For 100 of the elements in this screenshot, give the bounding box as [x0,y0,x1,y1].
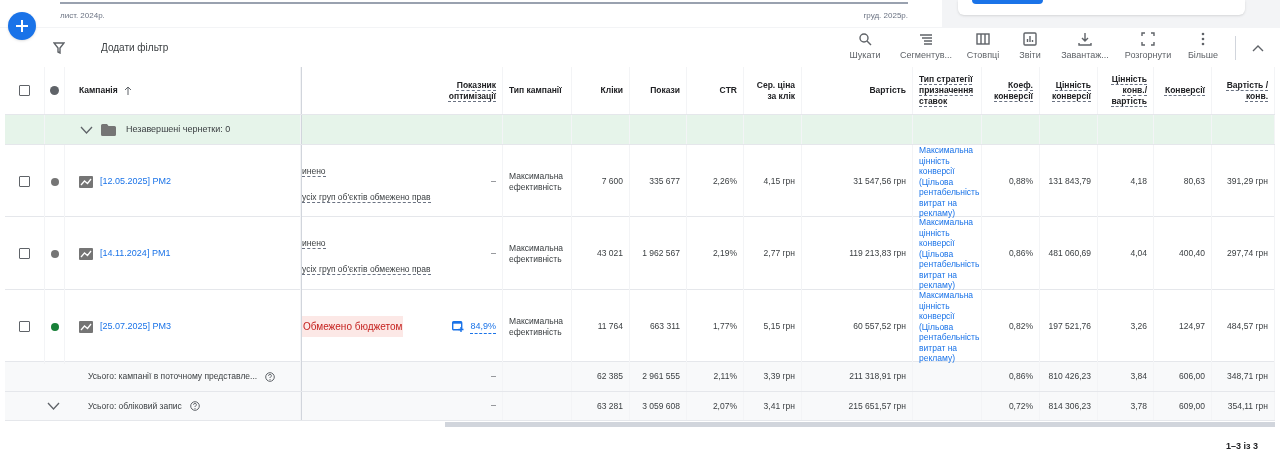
chevron-icon [1252,43,1264,52]
campaign-link[interactable]: [25.07.2025] PM3 [100,320,172,334]
table-cell: 3 059 608 [642,399,680,413]
table-cell: 3,41 грн [763,399,795,413]
table-cell: 4,15 грн [763,176,795,188]
bid-strategy-link[interactable]: Максимальна цінність конверсії (Цільова рентабельність витрат на рекламу) [919,145,980,219]
column-header[interactable]: Коеф. конверсії [988,79,1033,102]
table-cell: 2,19% [712,248,737,260]
table-cell: 814 306,23 [1048,399,1091,413]
column-header[interactable]: Вартість / конв. [1218,79,1268,102]
checkbox[interactable] [19,248,30,260]
campaign-link[interactable]: [12.05.2025] PM2 [100,175,172,189]
table-cell: 481 060,69 [1048,248,1091,260]
total-label: Усього: кампанії в поточному представле... [88,370,258,383]
optimization-score: – [491,175,496,188]
table-cell: 11 764 [597,321,623,333]
help-icon[interactable] [189,401,200,411]
drafts-label[interactable]: Незавершені чернетки: 0 [126,122,231,137]
table-cell: 663 311 [649,321,680,333]
columns-icon [976,32,990,47]
status-text[interactable]: инено [302,237,326,249]
chevron-icon[interactable] [80,125,93,134]
column-header[interactable]: Сер. ціна за клік [750,79,795,102]
table-cell: 119 213,83 грн [849,248,906,260]
status-badge[interactable]: Обмежено бюджетом [302,316,404,338]
column-header[interactable]: Тип кампанії [509,85,562,96]
total-label: Усього: обліковий запис [88,399,182,413]
table-cell: 2,26% [712,176,737,188]
table-cell: 5,15 грн [763,321,795,333]
chart-icon [79,247,93,260]
status-text[interactable]: усіх груп об'єктів обмежено прав [302,191,431,203]
column-header[interactable]: Вартість [869,85,906,96]
table-cell: 484,57 грн [1227,321,1268,333]
checkbox[interactable] [19,321,30,333]
status-text[interactable]: усіх груп об'єктів обмежено прав [302,263,431,275]
scrollbar[interactable] [445,422,1275,427]
toolbar-button[interactable]: Стовпці [957,32,1009,63]
pagination-text: 1–3 із 3 [1226,440,1258,452]
table-cell-text: – [491,369,496,383]
toolbar-button[interactable]: Сегментув... [895,32,957,63]
chevron-icon[interactable] [47,402,60,410]
table-cell: 1,77% [712,321,737,333]
chart-icon [79,175,93,188]
toolbar-button[interactable]: Шукати [835,32,895,63]
column-header[interactable]: Кліки [600,85,623,96]
download-icon [1078,32,1092,47]
table-cell: 80,63 [1183,176,1205,188]
bid-strategy-link[interactable]: Максимальна цінність конверсії (Цільова рентабельність витрат на рекламу) [919,290,980,364]
table-cell: 62 385 [597,370,623,383]
table-cell: 3,26 [1130,321,1147,333]
table-cell: 31 547,56 грн [853,176,906,188]
table-cell: 131 843,79 [1048,176,1091,188]
toolbar-button[interactable]: Звіти [1009,32,1051,63]
column-header[interactable]: CTR [719,85,737,96]
sort-arrow-icon[interactable] [123,86,132,95]
table-cell: 197 521,76 [1048,321,1091,333]
optimization-score[interactable]: 84,9% [470,319,496,334]
table-cell: 3,39 грн [763,370,795,383]
table-cell: Максимальна ефективність [509,315,565,338]
column-header[interactable]: Цінність конверсії [1046,79,1091,102]
toolbar-button[interactable]: Завантаж... [1051,32,1119,63]
column-header[interactable]: Цінність конв./вартість [1104,74,1147,107]
checkbox[interactable] [19,176,30,188]
table-cell: Максимальна ефективність [509,242,565,265]
table-cell: 2,11% [713,370,737,383]
table-cell: 63 281 [597,399,623,413]
fullscreen-icon [1141,32,1155,47]
chart-icon [79,320,93,333]
column-header[interactable]: Покази [650,85,680,96]
table-cell: 4,18 [1130,176,1147,188]
table-cell: 400,40 [1179,248,1205,260]
table-cell: 2 961 555 [642,370,680,383]
segment-icon [919,32,933,47]
campaign-link[interactable]: [14.11.2024] PM1 [100,247,171,261]
table-cell: 297,74 грн [1227,248,1268,260]
toolbar-button[interactable]: Розгорнути [1119,32,1177,63]
axis-label: груд. 2025р. [863,10,908,22]
add-button[interactable] [8,12,36,40]
plus-icon [15,19,29,33]
table-cell: 3,78 [1130,399,1147,413]
table-cell: – [491,399,496,413]
add-filter-link[interactable]: Додати фільтр [101,40,169,55]
table-cell: 211 318,91 грн [849,370,906,383]
table-cell: 0,82% [1008,321,1033,333]
folder-icon [101,123,116,136]
table-cell: 0,86% [1008,248,1033,260]
checkbox[interactable] [19,85,30,96]
filter-icon[interactable] [53,41,65,54]
column-header[interactable]: Показник оптимізації [441,79,496,102]
column-header[interactable]: Кампанія [79,84,118,97]
search-icon [858,32,872,47]
column-header[interactable]: Конверсії [1164,85,1205,96]
table-cell: 348,71 грн [1227,370,1268,383]
help-icon[interactable] [265,371,276,382]
bid-strategy-link[interactable]: Максимальна цінність конверсії (Цільова рентабельність витрат на рекламу) [919,217,980,291]
status-text[interactable]: инено [302,165,326,177]
toolbar-button[interactable]: Більше [1177,32,1229,63]
table-cell: Максимальна ефективність [509,170,565,193]
table-cell: 354,11 грн [1227,399,1268,413]
column-header[interactable]: Тип стратегії призначення ставок [919,74,975,107]
